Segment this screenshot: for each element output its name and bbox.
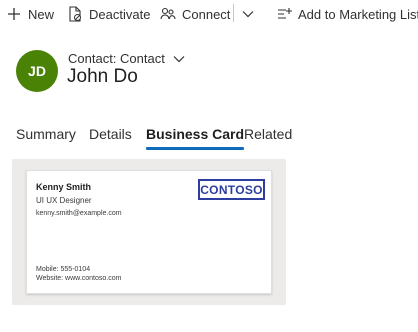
selected-tab-indicator bbox=[146, 147, 245, 150]
deactivate-button-label: Deactivate bbox=[89, 6, 151, 22]
add-list-icon bbox=[276, 6, 292, 22]
entity-label: Contact: Contact bbox=[68, 51, 165, 66]
avatar-initials: JD bbox=[28, 63, 46, 79]
record-title: John Do bbox=[67, 66, 138, 87]
card-website: Website: www.contoso.com bbox=[36, 275, 122, 282]
add-to-marketing-list-button[interactable]: Add to Marketing List bbox=[276, 4, 418, 24]
entity-form-selector[interactable]: Contact: Contact bbox=[68, 51, 185, 66]
card-contact-name: Kenny Smith bbox=[36, 182, 92, 192]
deactivate-button[interactable]: Deactivate bbox=[67, 4, 150, 24]
company-logo: CONTOSO bbox=[198, 179, 265, 200]
business-card: Kenny Smith UI UX Designer kenny.smith@e… bbox=[26, 170, 272, 294]
avatar: JD bbox=[16, 50, 58, 92]
card-email: kenny.smith@example.com bbox=[36, 210, 122, 217]
new-button-label: New bbox=[28, 6, 55, 22]
tab-summary[interactable]: Summary bbox=[16, 126, 76, 142]
tab-related[interactable]: Related bbox=[244, 126, 292, 142]
card-mobile: Mobile: 555-0104 bbox=[36, 266, 91, 273]
company-logo-text: CONTOSO bbox=[200, 182, 263, 197]
tab-details[interactable]: Details bbox=[89, 126, 132, 142]
tab-business-card-label: Business Card bbox=[146, 126, 245, 142]
connect-people-icon bbox=[160, 6, 176, 22]
chevron-down-icon bbox=[173, 55, 185, 63]
connect-dropdown-button[interactable] bbox=[240, 4, 256, 24]
add-to-marketing-list-label: Add to Marketing List bbox=[298, 6, 418, 22]
card-job-title: UI UX Designer bbox=[36, 196, 92, 205]
plus-icon bbox=[6, 6, 22, 22]
connect-button[interactable]: Connect bbox=[160, 4, 230, 24]
new-button[interactable]: New bbox=[6, 4, 54, 24]
connect-button-label: Connect bbox=[182, 6, 231, 22]
chevron-down-icon bbox=[240, 6, 256, 22]
command-bar: New Deactivate Connect Add to Marketing … bbox=[0, 0, 418, 28]
tab-business-card[interactable]: Business Card bbox=[146, 126, 245, 150]
toolbar-separator bbox=[233, 4, 234, 22]
deactivate-document-icon bbox=[67, 6, 83, 22]
